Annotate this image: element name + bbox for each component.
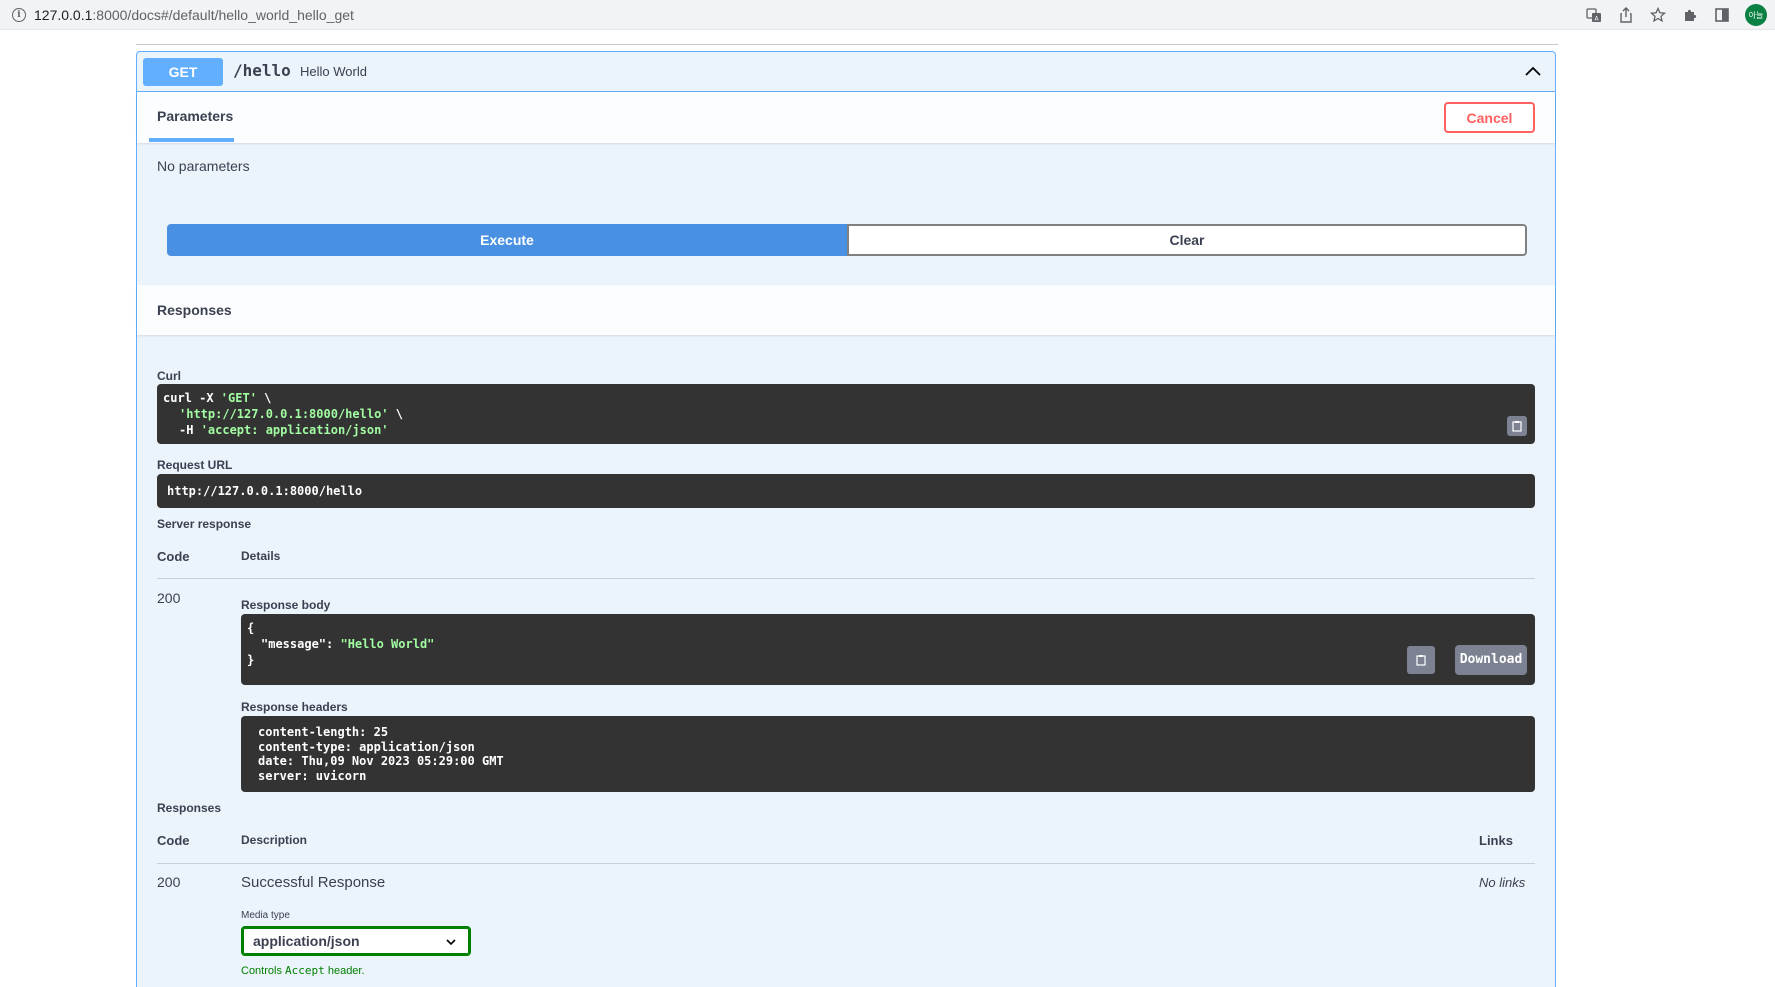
responses-header: Responses: [137, 285, 1555, 335]
response-body-block: { "message": "Hello World" } Download: [241, 614, 1535, 685]
operation-summary[interactable]: GET /hello Hello World: [137, 52, 1555, 92]
cancel-button[interactable]: Cancel: [1444, 102, 1535, 133]
body-value: "Hello World": [340, 637, 435, 651]
server-response-label: Server response: [157, 517, 252, 531]
extensions-puzzle-icon[interactable]: [1681, 6, 1699, 24]
media-type-value: application/json: [253, 933, 360, 949]
controls-accept-note: Controls Accept header.: [241, 964, 365, 977]
curl-str-2: 'http://127.0.0.1:8000/hello': [179, 407, 389, 421]
description-column-header: Description: [241, 833, 308, 847]
execute-button[interactable]: Execute: [167, 224, 847, 256]
curl-label: Curl: [157, 369, 181, 383]
chevron-down-icon: [446, 939, 456, 946]
curl-end-1: \: [256, 391, 272, 405]
responses-title: Responses: [157, 302, 232, 318]
links-column-header: Links: [1479, 833, 1513, 848]
url-path: :8000/docs#/default/hello_world_hello_ge…: [92, 6, 354, 23]
operation-path: /hello: [233, 61, 291, 80]
no-parameters-text: No parameters: [157, 158, 250, 174]
media-type-select[interactable]: application/json: [241, 926, 471, 956]
controls-suffix: header.: [324, 965, 365, 977]
controls-code: Accept: [285, 964, 325, 977]
bookmark-star-icon[interactable]: [1649, 6, 1667, 24]
curl-code-block: curl -X 'GET' \ 'http://127.0.0.1:8000/h…: [157, 384, 1535, 444]
info-icon[interactable]: i: [12, 7, 26, 22]
body-colon: :: [326, 637, 341, 651]
media-type-label: Media type: [241, 910, 290, 921]
request-url-label: Request URL: [157, 458, 233, 472]
tab-parameters[interactable]: Parameters: [157, 108, 233, 124]
method-badge: GET: [143, 58, 223, 86]
body-key: "message": [261, 637, 327, 651]
copy-clipboard-icon[interactable]: [1407, 646, 1435, 674]
details-column-header: Details: [241, 549, 281, 563]
chevron-up-icon[interactable]: [1523, 62, 1543, 82]
side-panel-icon[interactable]: [1713, 6, 1731, 24]
responses-table-title: Responses: [157, 801, 222, 815]
response-body-label: Response body: [241, 598, 331, 612]
curl-cmd-1: curl -X: [163, 391, 221, 405]
parameters-header: Parameters Cancel: [137, 92, 1555, 143]
response-code: 200: [157, 874, 181, 890]
header-line: content-length: 25: [258, 725, 389, 739]
clear-button[interactable]: Clear: [847, 224, 1527, 256]
response-code: 200: [157, 590, 181, 606]
curl-cmd-3: -H: [179, 423, 201, 437]
code-column-header: Code: [157, 549, 190, 564]
tab-active-indicator: [149, 138, 234, 142]
header-line: content-type: application/json: [258, 739, 475, 754]
curl-str-3: 'accept: application/json': [200, 423, 389, 437]
share-icon[interactable]: [1617, 6, 1635, 24]
request-url-value: http://127.0.0.1:8000/hello: [167, 484, 363, 498]
controls-prefix: Controls: [241, 965, 286, 977]
address-bar[interactable]: i 127.0.0.1:8000/docs#/default/hello_wor…: [0, 0, 354, 30]
curl-str-1: 'GET': [220, 391, 257, 405]
code-column-header: Code: [157, 833, 190, 848]
request-url-block: http://127.0.0.1:8000/hello: [157, 474, 1535, 508]
operation-summary-text: Hello World: [300, 64, 367, 79]
url-host: 127.0.0.1: [34, 6, 93, 23]
response-description: Successful Response: [241, 874, 386, 891]
download-button[interactable]: Download: [1455, 645, 1527, 675]
header-line: date: Thu,09 Nov 2023 05:29:00 GMT: [258, 754, 504, 768]
table-divider: [157, 578, 1535, 579]
execute-wrapper: Execute Clear: [167, 224, 1527, 256]
copy-clipboard-icon[interactable]: [1507, 416, 1527, 436]
profile-avatar[interactable]: 아늘: [1745, 4, 1767, 26]
browser-actions: A 아늘: [1585, 0, 1767, 30]
translate-icon[interactable]: A: [1585, 6, 1603, 24]
operation-block: GET /hello Hello World Parameters Cancel…: [136, 51, 1556, 987]
divider: [136, 44, 1558, 45]
response-headers-block: content-length: 25 content-type: applica…: [241, 716, 1535, 792]
body-open-brace: {: [247, 621, 255, 635]
response-headers-label: Response headers: [241, 700, 348, 714]
table-divider: [157, 863, 1535, 864]
body-close-brace: }: [247, 653, 255, 667]
browser-toolbar: i 127.0.0.1:8000/docs#/default/hello_wor…: [0, 0, 1775, 30]
response-links: No links: [1479, 875, 1526, 890]
curl-end-2: \: [388, 407, 403, 421]
header-line: server: uvicorn: [258, 768, 367, 783]
